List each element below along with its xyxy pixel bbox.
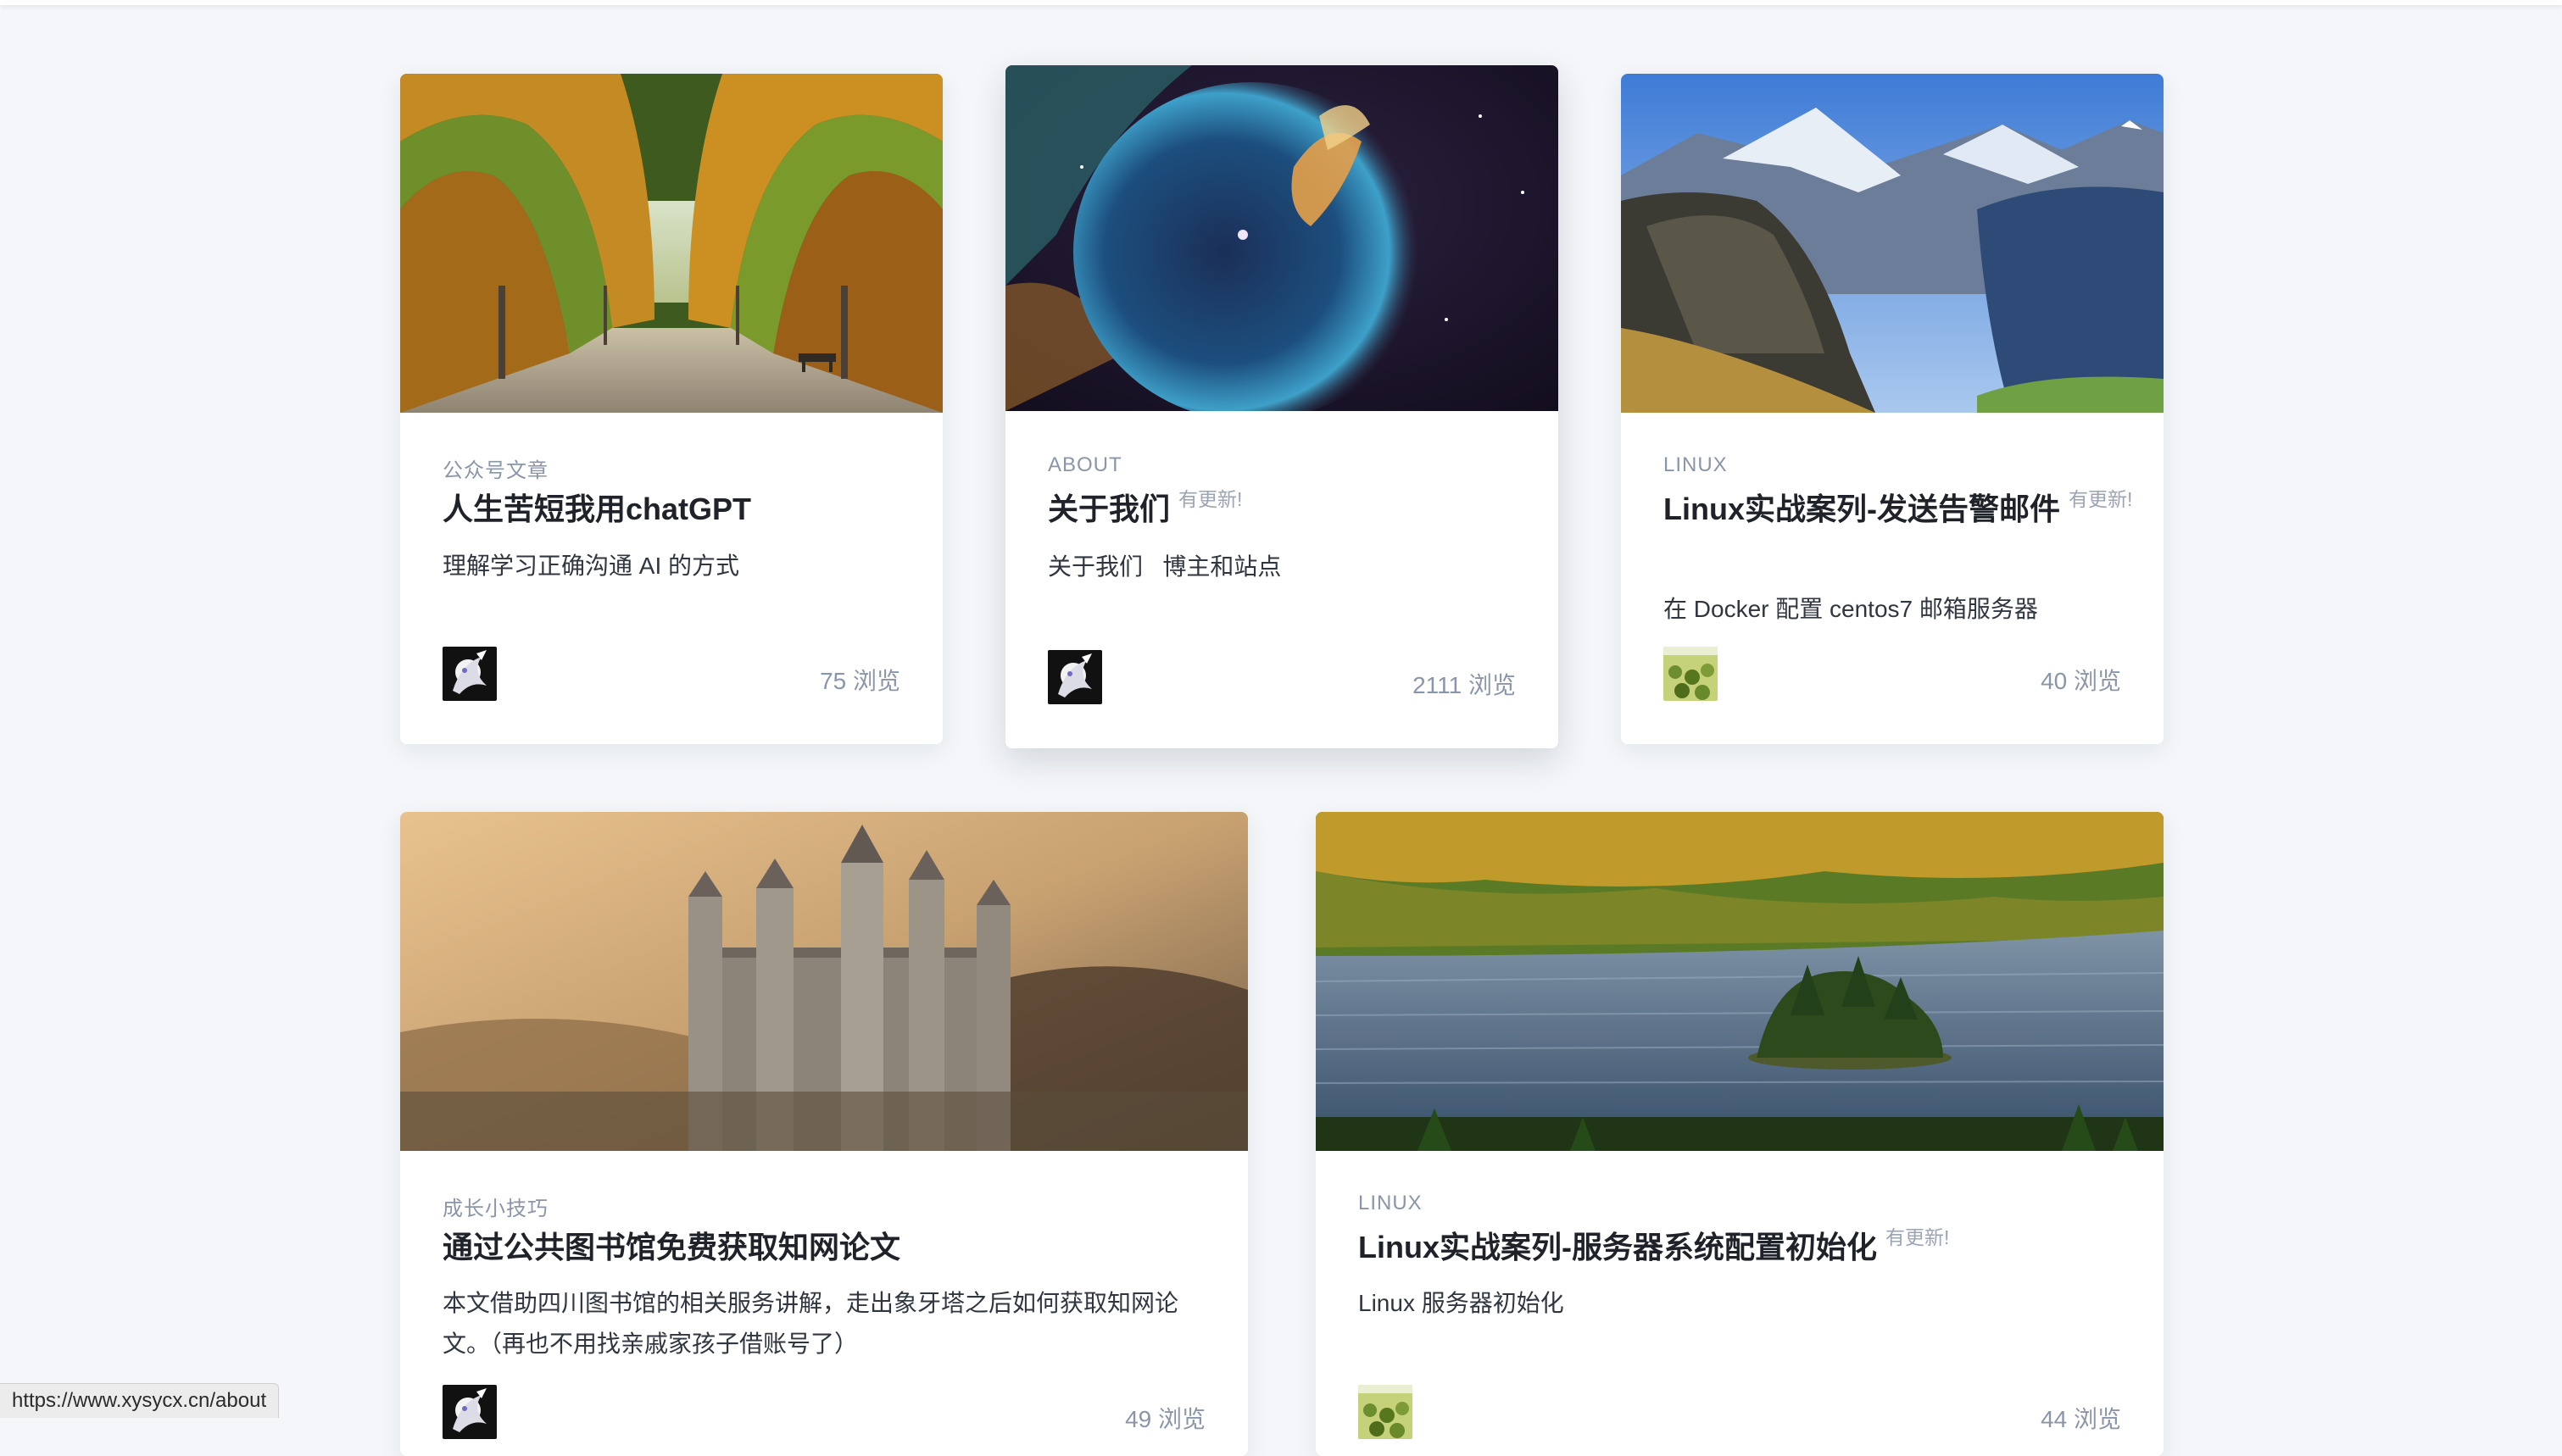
post-excerpt: Linux 服务器初始化 — [1358, 1290, 1564, 1316]
field-avatar-icon — [1663, 647, 1718, 701]
post-title[interactable]: 通过公共图书馆免费获取知网论文 — [443, 1226, 1206, 1269]
post-card[interactable]: LINUX Linux实战案列-服务器系统配置初始化 有更新! Linux 服务器… — [1316, 812, 2164, 1456]
post-thumbnail[interactable] — [1316, 812, 2164, 1151]
post-thumbnail[interactable] — [400, 74, 943, 413]
post-title-text[interactable]: Linux实战案列-服务器系统配置初始化 — [1358, 1230, 1877, 1264]
post-card[interactable]: 公众号文章 人生苦短我用chatGPT 理解学习正确沟通 AI 的方式 75 浏… — [400, 74, 943, 744]
post-view-count: 44 浏览 — [2041, 1406, 2121, 1432]
post-view-count: 49 浏览 — [1125, 1406, 1206, 1432]
post-view-count: 40 浏览 — [2041, 668, 2121, 694]
updated-badge: 有更新! — [2068, 488, 2133, 510]
post-view-count: 2111 浏览 — [1412, 672, 1516, 698]
post-excerpt: 本文借助四川图书馆的相关服务讲解，走出象牙塔之后如何获取知网论文。（再也不用找亲… — [443, 1290, 1179, 1357]
post-thumbnail[interactable] — [1005, 65, 1558, 411]
anime-avatar-icon — [443, 1385, 497, 1439]
post-category[interactable]: ABOUT — [1048, 453, 1122, 477]
post-title[interactable]: Linux实战案列-服务器系统配置初始化 有更新! — [1358, 1226, 2121, 1272]
post-card[interactable]: ABOUT 关于我们 有更新! 关于我们 博主和站点 2111 浏览 — [1005, 65, 1558, 748]
updated-badge: 有更新! — [1885, 1226, 1950, 1248]
post-view-count: 75 浏览 — [820, 668, 900, 694]
post-card[interactable]: LINUX Linux实战案列-发送告警邮件 有更新! 在 Docker 配置 c… — [1621, 74, 2164, 744]
post-title-text[interactable]: 通过公共图书馆免费获取知网论文 — [443, 1230, 900, 1264]
author-avatar[interactable] — [443, 647, 497, 701]
post-category[interactable]: 公众号文章 — [443, 453, 549, 483]
post-category[interactable]: 成长小技巧 — [443, 1192, 549, 1221]
post-excerpt: 关于我们 博主和站点 — [1048, 553, 1282, 580]
field-avatar-icon — [1358, 1385, 1412, 1439]
updated-badge: 有更新! — [1178, 488, 1243, 510]
link-preview-status: https://www.xysycx.cn/about — [0, 1383, 280, 1418]
author-avatar[interactable] — [1358, 1385, 1412, 1439]
post-thumbnail[interactable] — [400, 812, 1248, 1151]
post-title[interactable]: 关于我们 有更新! — [1048, 488, 1523, 534]
anime-avatar-icon — [1048, 650, 1102, 704]
post-title-text[interactable]: 关于我们 — [1048, 492, 1170, 526]
page-header-edge — [0, 0, 2562, 5]
post-title-text[interactable]: Linux实战案列-发送告警邮件 — [1663, 492, 2060, 526]
anime-avatar-icon — [443, 647, 497, 701]
author-avatar[interactable] — [1048, 650, 1102, 704]
post-category[interactable]: LINUX — [1358, 1192, 1423, 1215]
author-avatar[interactable] — [443, 1385, 497, 1439]
post-card[interactable]: 成长小技巧 通过公共图书馆免费获取知网论文 本文借助四川图书馆的相关服务讲解，走… — [400, 812, 1248, 1456]
post-excerpt: 理解学习正确沟通 AI 的方式 — [443, 553, 740, 579]
post-title[interactable]: 人生苦短我用chatGPT — [443, 488, 917, 531]
post-title-text[interactable]: 人生苦短我用chatGPT — [443, 492, 751, 526]
post-thumbnail[interactable] — [1621, 74, 2164, 413]
post-category[interactable]: LINUX — [1663, 453, 1728, 477]
post-excerpt: 在 Docker 配置 centos7 邮箱服务器 — [1663, 596, 2038, 622]
author-avatar[interactable] — [1663, 647, 1718, 701]
post-title[interactable]: Linux实战案列-发送告警邮件 有更新! — [1663, 488, 2138, 534]
